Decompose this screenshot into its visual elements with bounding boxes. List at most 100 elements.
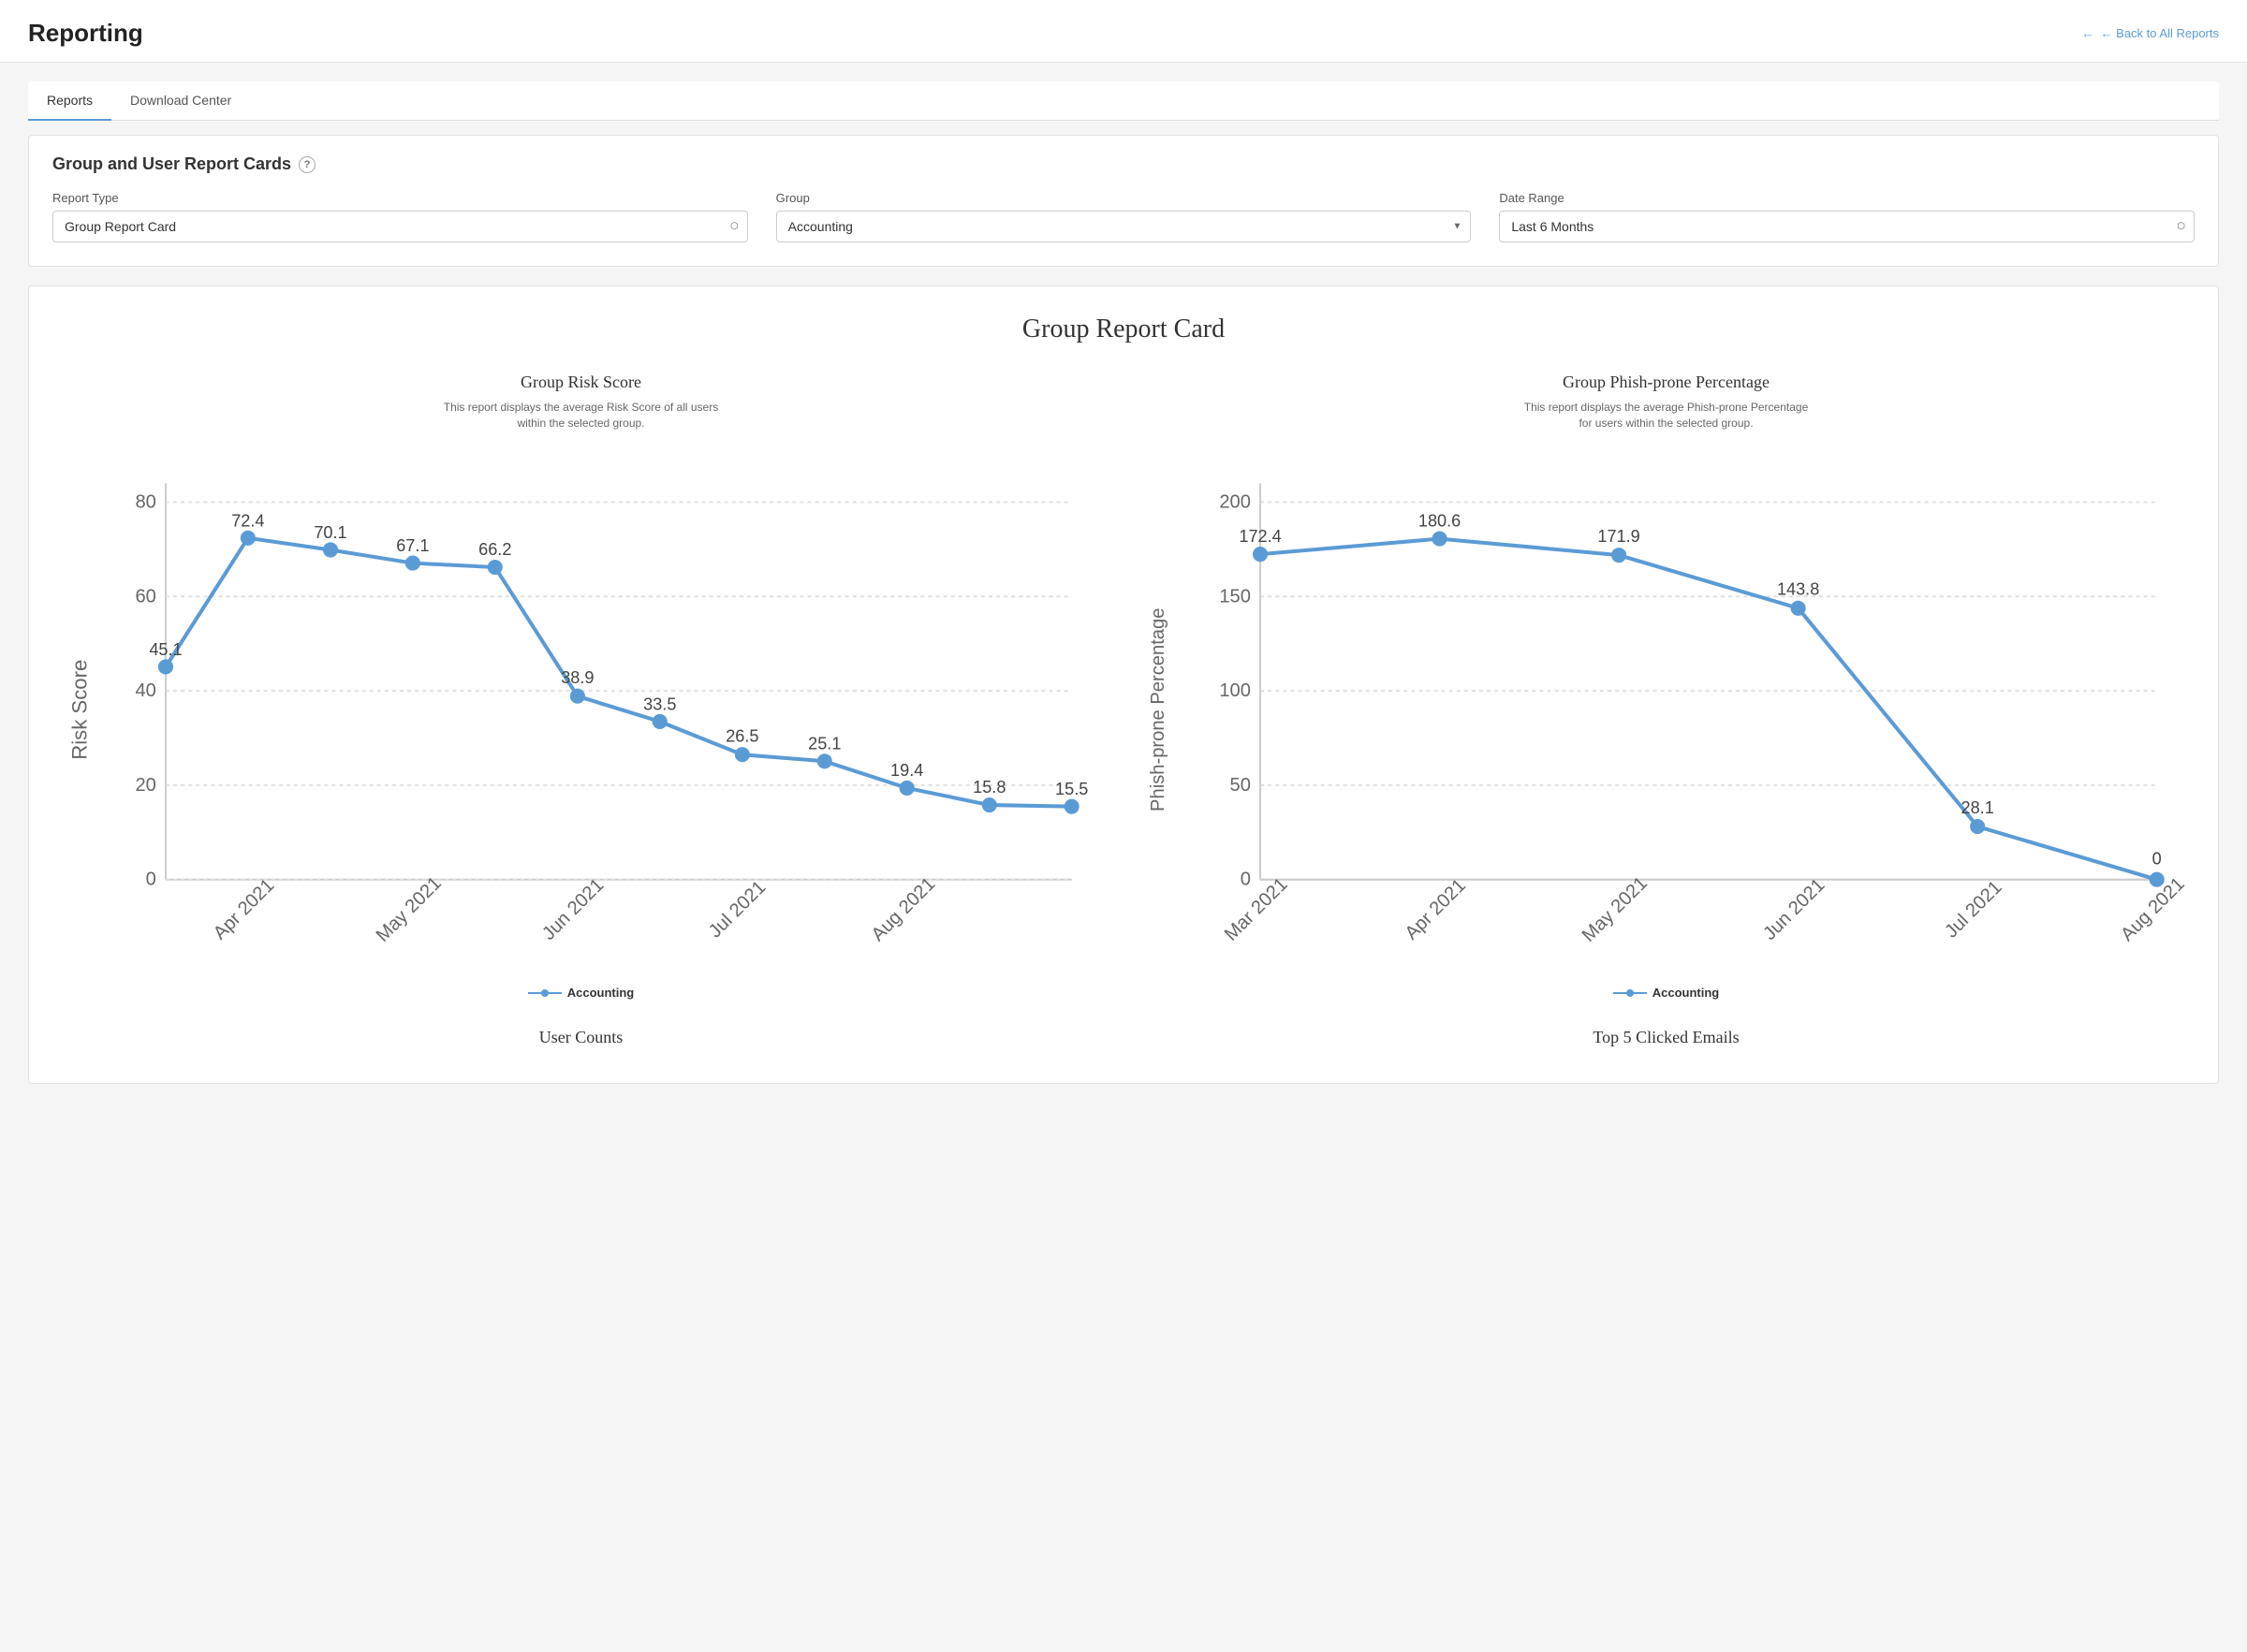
svg-text:Apr 2021: Apr 2021 xyxy=(1402,875,1470,943)
phish-point-4 xyxy=(1970,819,1985,834)
svg-text:0: 0 xyxy=(1241,869,1251,889)
risk-score-svg: Risk Score 0 20 40 60 xyxy=(52,446,1109,974)
phish-svg: Phish-prone Percentage 0 50 xyxy=(1138,446,2195,974)
date-range-group: Date Range Last 6 Months Last 3 Months L… xyxy=(1499,191,2195,242)
risk-score-legend: Accounting xyxy=(528,986,635,1000)
svg-text:60: 60 xyxy=(135,586,155,607)
svg-text:100: 100 xyxy=(1219,680,1251,701)
svg-text:67.1: 67.1 xyxy=(396,535,429,554)
svg-text:Apr 2021: Apr 2021 xyxy=(210,875,278,943)
svg-text:200: 200 xyxy=(1219,491,1251,512)
svg-text:172.4: 172.4 xyxy=(1239,526,1281,545)
risk-score-chart-container: Group Risk Score This report displays th… xyxy=(52,373,1109,1000)
risk-point-5 xyxy=(570,688,585,703)
phish-chart-area: Phish-prone Percentage 0 50 xyxy=(1138,446,2195,977)
phish-point-3 xyxy=(1791,600,1806,615)
user-counts-container: User Counts xyxy=(52,1028,1109,1055)
date-range-select-wrapper: Last 6 Months Last 3 Months Last 12 Mont… xyxy=(1499,211,2195,242)
tabs-bar: Reports Download Center xyxy=(28,81,2219,121)
svg-text:45.1: 45.1 xyxy=(149,639,182,658)
risk-point-2 xyxy=(323,542,338,557)
report-type-group: Report Type Group Report Card User Repor… xyxy=(52,191,748,242)
filter-title: Group and User Report Cards ? xyxy=(52,154,2195,174)
svg-text:70.1: 70.1 xyxy=(314,522,346,541)
tab-reports[interactable]: Reports xyxy=(28,81,111,121)
phish-y-label: Phish-prone Percentage xyxy=(1148,607,1168,811)
svg-text:Jun 2021: Jun 2021 xyxy=(1759,874,1828,943)
risk-point-7 xyxy=(735,747,750,762)
svg-text:38.9: 38.9 xyxy=(561,668,594,687)
svg-text:0: 0 xyxy=(146,869,156,889)
risk-score-chart-area: Risk Score 0 20 40 60 xyxy=(52,446,1109,977)
phish-point-1 xyxy=(1432,531,1447,546)
date-range-label: Date Range xyxy=(1499,191,2195,205)
svg-text:66.2: 66.2 xyxy=(478,540,511,559)
report-type-label: Report Type xyxy=(52,191,748,205)
phish-legend-label: Accounting xyxy=(1652,986,1720,1000)
group-filter-group: Group Accounting All Groups Finance HR I… xyxy=(776,191,1472,242)
group-select[interactable]: Accounting All Groups Finance HR IT xyxy=(776,211,1472,242)
svg-text:20: 20 xyxy=(135,775,155,796)
svg-text:80: 80 xyxy=(135,491,155,512)
svg-text:72.4: 72.4 xyxy=(231,511,264,530)
svg-text:15.8: 15.8 xyxy=(973,778,1006,797)
risk-score-line xyxy=(166,537,1072,806)
risk-point-1 xyxy=(241,530,256,545)
charts-row: Group Risk Score This report displays th… xyxy=(52,373,2195,1000)
top-emails-title: Top 5 Clicked Emails xyxy=(1593,1028,1739,1047)
svg-text:150: 150 xyxy=(1219,586,1251,607)
svg-text:50: 50 xyxy=(1230,775,1251,796)
user-counts-title: User Counts xyxy=(539,1028,624,1047)
phish-title: Group Phish-prone Percentage xyxy=(1563,373,1770,392)
svg-text:25.1: 25.1 xyxy=(808,734,841,753)
svg-text:143.8: 143.8 xyxy=(1777,579,1819,598)
date-range-select[interactable]: Last 6 Months Last 3 Months Last 12 Mont… xyxy=(1499,211,2195,242)
svg-text:Jul 2021: Jul 2021 xyxy=(1941,877,2005,942)
phish-point-2 xyxy=(1611,548,1626,563)
tab-download-center[interactable]: Download Center xyxy=(111,81,250,121)
svg-text:28.1: 28.1 xyxy=(1961,798,1994,817)
risk-point-4 xyxy=(488,560,503,575)
filter-section: Group and User Report Cards ? Report Typ… xyxy=(28,135,2219,267)
group-label: Group xyxy=(776,191,1472,205)
back-to-all-reports-link[interactable]: ← ← Back to All Reports xyxy=(2082,26,2219,40)
svg-text:33.5: 33.5 xyxy=(643,694,676,713)
back-arrow-icon: ← xyxy=(2082,26,2094,40)
page-title: Reporting xyxy=(28,19,143,48)
risk-score-y-label: Risk Score xyxy=(67,659,91,759)
svg-text:171.9: 171.9 xyxy=(1597,526,1639,545)
top-emails-container: Top 5 Clicked Emails xyxy=(1138,1028,2195,1055)
svg-text:0: 0 xyxy=(2152,849,2162,868)
report-card-section: Group Report Card Group Risk Score This … xyxy=(28,285,2219,1084)
report-type-select[interactable]: Group Report Card User Report Card xyxy=(52,211,748,242)
risk-point-6 xyxy=(653,713,668,728)
report-card-title: Group Report Card xyxy=(52,314,2195,344)
svg-text:40: 40 xyxy=(135,680,155,701)
help-icon[interactable]: ? xyxy=(299,156,316,173)
phish-legend-line-svg xyxy=(1613,987,1647,999)
risk-score-desc: This report displays the average Risk Sc… xyxy=(432,400,731,431)
group-select-wrapper: Accounting All Groups Finance HR IT xyxy=(776,211,1472,242)
risk-point-8 xyxy=(817,753,832,768)
risk-point-0 xyxy=(158,659,173,674)
phish-legend: Accounting xyxy=(1613,986,1720,1000)
svg-text:15.5: 15.5 xyxy=(1055,780,1088,798)
svg-text:Jun 2021: Jun 2021 xyxy=(538,874,608,943)
svg-text:Mar 2021: Mar 2021 xyxy=(1221,873,1292,944)
risk-point-10 xyxy=(982,797,997,812)
report-type-select-wrapper: Group Report Card User Report Card xyxy=(52,211,748,242)
risk-score-title: Group Risk Score xyxy=(521,373,641,392)
svg-text:Aug 2021: Aug 2021 xyxy=(868,873,940,945)
svg-text:19.4: 19.4 xyxy=(890,760,923,779)
bottom-charts-row: User Counts Top 5 Clicked Emails xyxy=(52,1028,2195,1055)
risk-legend-label: Accounting xyxy=(567,986,635,1000)
svg-text:26.5: 26.5 xyxy=(726,726,758,745)
risk-point-9 xyxy=(900,780,915,795)
filter-row: Report Type Group Report Card User Repor… xyxy=(52,191,2195,242)
legend-line-svg xyxy=(528,987,562,999)
svg-text:May 2021: May 2021 xyxy=(1579,872,1652,945)
risk-point-11 xyxy=(1065,798,1079,813)
svg-text:Jul 2021: Jul 2021 xyxy=(705,877,770,942)
phish-point-0 xyxy=(1253,547,1268,562)
phish-chart-container: Group Phish-prone Percentage This report… xyxy=(1138,373,2195,1000)
